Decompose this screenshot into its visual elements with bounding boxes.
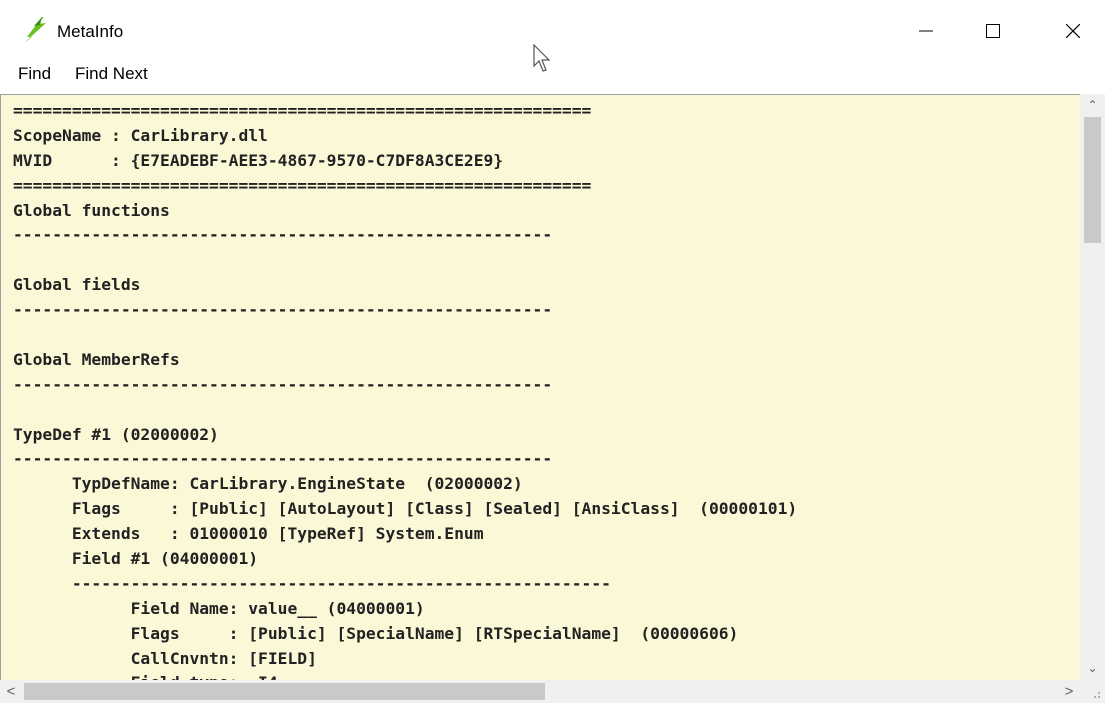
maximize-icon	[986, 24, 1000, 38]
metadata-text: ========================================…	[13, 99, 797, 681]
text-line: ========================================…	[13, 175, 592, 195]
scroll-up-button[interactable]: ⌃	[1080, 94, 1105, 116]
text-line: TypeDef #1 (02000002)	[13, 424, 219, 444]
close-icon	[1066, 24, 1080, 38]
scroll-left-button[interactable]: <	[0, 680, 22, 703]
text-line: Field #1 (04000001)	[13, 549, 259, 569]
text-line: ----------------------------------------…	[13, 573, 611, 593]
scroll-down-button[interactable]: ⌄	[1080, 657, 1105, 679]
vertical-scrollbar[interactable]: ⌃ ⌄	[1080, 94, 1105, 680]
resize-grip-icon[interactable]	[1080, 680, 1105, 703]
text-line: ----------------------------------------…	[13, 300, 553, 320]
text-line: MVID : {E7EADEBF-AEE3-4867-9570-C7DF8A3C…	[13, 150, 504, 170]
text-line: ----------------------------------------…	[13, 374, 553, 394]
text-line: ----------------------------------------…	[13, 449, 553, 469]
text-line: Global functions	[13, 200, 170, 220]
scroll-right-button[interactable]: >	[1058, 680, 1080, 703]
text-line: Global fields	[13, 275, 141, 295]
maximize-button[interactable]	[961, 0, 1025, 62]
text-line: ----------------------------------------…	[13, 225, 553, 245]
minimize-button[interactable]	[894, 0, 958, 62]
text-line: ========================================…	[13, 101, 592, 120]
horizontal-scroll-thumb[interactable]	[24, 683, 545, 700]
menu-item-find[interactable]: Find	[18, 64, 51, 84]
chevron-down-icon: ⌄	[1087, 661, 1098, 675]
text-line: CallCnvntn: [FIELD]	[13, 648, 317, 668]
horizontal-scrollbar[interactable]: < >	[0, 680, 1080, 703]
text-line: Field Name: value__ (04000001)	[13, 598, 425, 618]
text-line: Flags : [Public] [AutoLayout] [Class] [S…	[13, 499, 798, 519]
text-line	[13, 248, 797, 273]
text-line: Global MemberRefs	[13, 349, 180, 369]
text-line	[13, 323, 797, 348]
metadata-text-area[interactable]: ========================================…	[0, 94, 1081, 681]
text-line: Extends : 01000010 [TypeRef] System.Enum	[13, 524, 484, 544]
app-icon	[24, 17, 46, 43]
minimize-icon	[919, 30, 933, 32]
text-line	[13, 398, 797, 423]
mouse-cursor-icon	[533, 44, 551, 72]
metainfo-window: MetaInfo Find Find Next ================…	[0, 0, 1105, 703]
text-line: TypDefName: CarLibrary.EngineState (0200…	[13, 474, 523, 494]
vertical-scroll-thumb[interactable]	[1084, 117, 1101, 243]
window-title: MetaInfo	[57, 22, 124, 41]
size-grip-icon	[1094, 692, 1100, 698]
menu-item-find-next[interactable]: Find Next	[75, 64, 148, 84]
text-line: Flags : [Public] [SpecialName] [RTSpecia…	[13, 623, 739, 643]
chevron-left-icon: <	[6, 683, 16, 700]
close-button[interactable]	[1041, 0, 1105, 62]
chevron-right-icon: >	[1064, 683, 1074, 700]
chevron-up-icon: ⌃	[1087, 98, 1098, 112]
text-line: ScopeName : CarLibrary.dll	[13, 125, 268, 145]
